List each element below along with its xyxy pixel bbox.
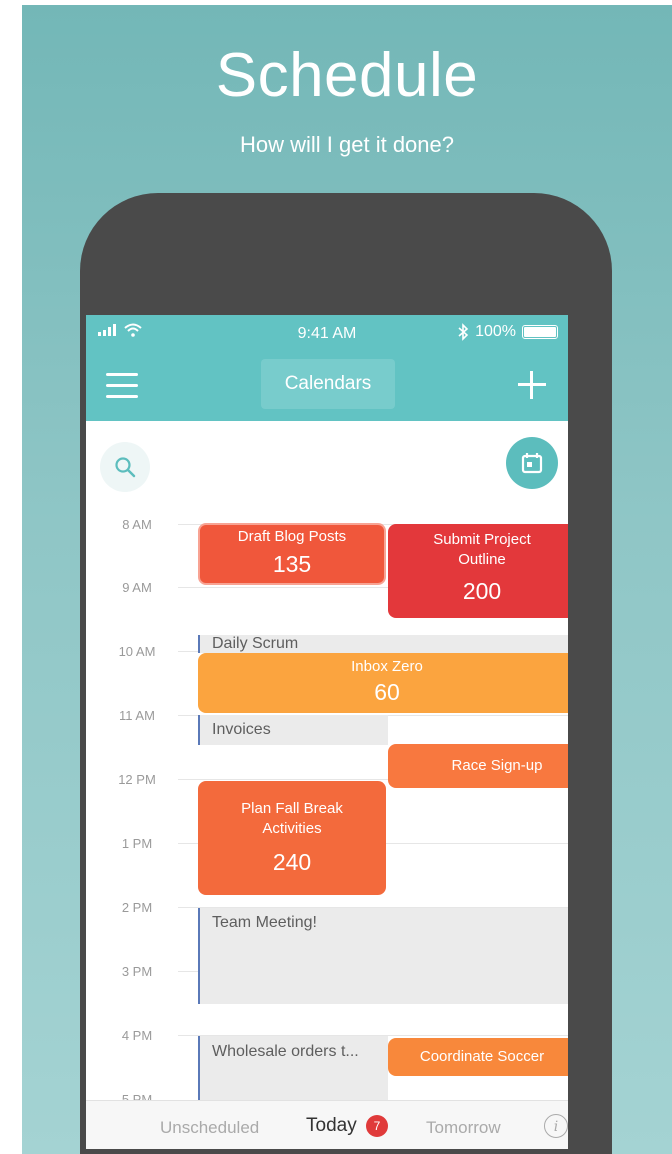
calendars-button[interactable]: Calendars xyxy=(261,359,395,409)
promo-headline: Schedule xyxy=(215,41,479,110)
info-icon[interactable]: i xyxy=(544,1114,568,1138)
search-icon xyxy=(115,457,136,478)
battery-icon xyxy=(522,325,558,339)
event-team-meeting[interactable]: Team Meeting! xyxy=(198,908,568,1004)
event-draft-blog-posts[interactable]: Draft Blog Posts 135 xyxy=(198,523,386,585)
app-screen: 9:41 AM 100% Calendars 8 AM 9 AM 10 AM 1… xyxy=(86,315,568,1149)
search-button[interactable] xyxy=(100,442,150,492)
event-title: Daily Scrum xyxy=(212,635,299,652)
event-race-signup[interactable]: Race Sign-up xyxy=(388,744,568,788)
status-bar: 9:41 AM 100% xyxy=(86,315,568,351)
hour-label: 8 AM xyxy=(122,517,152,532)
event-title: Coordinate Soccer xyxy=(419,1048,545,1065)
nav-bar: Calendars xyxy=(86,351,568,421)
event-inbox-zero[interactable]: Inbox Zero 60 xyxy=(198,653,568,713)
event-title: Submit Project Outline xyxy=(433,531,531,568)
event-title: Team Meeting! xyxy=(212,914,317,931)
event-title: Inbox Zero xyxy=(351,658,423,675)
event-plan-fall-break[interactable]: Plan Fall Break Activities 240 xyxy=(198,781,386,895)
event-daily-scrum[interactable]: Daily Scrum xyxy=(198,635,568,653)
event-title: Draft Blog Posts xyxy=(237,528,347,545)
event-title: Wholesale orders t... xyxy=(212,1043,359,1060)
hour-label: 3 PM xyxy=(121,964,153,979)
bottom-tab-bar: Unscheduled Today 7 Tomorrow i xyxy=(86,1100,568,1149)
event-value: 200 xyxy=(462,578,502,604)
bluetooth-icon xyxy=(458,323,469,341)
tab-today[interactable]: Today xyxy=(306,1115,357,1137)
event-invoices[interactable]: Invoices xyxy=(198,715,388,745)
event-title: Race Sign-up xyxy=(451,757,543,774)
calendar-icon xyxy=(521,453,543,474)
tab-tomorrow[interactable]: Tomorrow xyxy=(426,1118,501,1138)
hour-label: 2 PM xyxy=(121,900,153,915)
hour-label: 9 AM xyxy=(122,580,152,595)
battery-percent: 100% xyxy=(475,323,516,340)
event-coordinate-soccer[interactable]: Coordinate Soccer xyxy=(388,1038,568,1076)
event-wholesale-orders[interactable]: Wholesale orders t... xyxy=(198,1036,388,1100)
event-value: 135 xyxy=(272,551,312,577)
event-value: 240 xyxy=(272,849,312,875)
hour-label: 11 AM xyxy=(119,708,155,723)
event-title: Plan Fall Break Activities xyxy=(241,800,343,837)
today-count-badge: 7 xyxy=(366,1115,388,1137)
calendar-button[interactable] xyxy=(506,437,558,489)
promo-subheadline: How will I get it done? xyxy=(240,132,454,157)
hamburger-menu-icon[interactable] xyxy=(106,373,138,399)
plus-icon[interactable] xyxy=(518,371,546,399)
event-submit-project-outline[interactable]: Submit Project Outline 200 xyxy=(388,524,568,618)
hour-label: 10 AM xyxy=(118,644,156,659)
tab-unscheduled[interactable]: Unscheduled xyxy=(160,1118,259,1138)
hour-label: 1 PM xyxy=(121,836,153,851)
event-title: Invoices xyxy=(212,721,271,738)
hour-label: 4 PM xyxy=(121,1028,153,1043)
event-value: 60 xyxy=(374,679,400,705)
hour-label: 12 PM xyxy=(118,772,156,787)
